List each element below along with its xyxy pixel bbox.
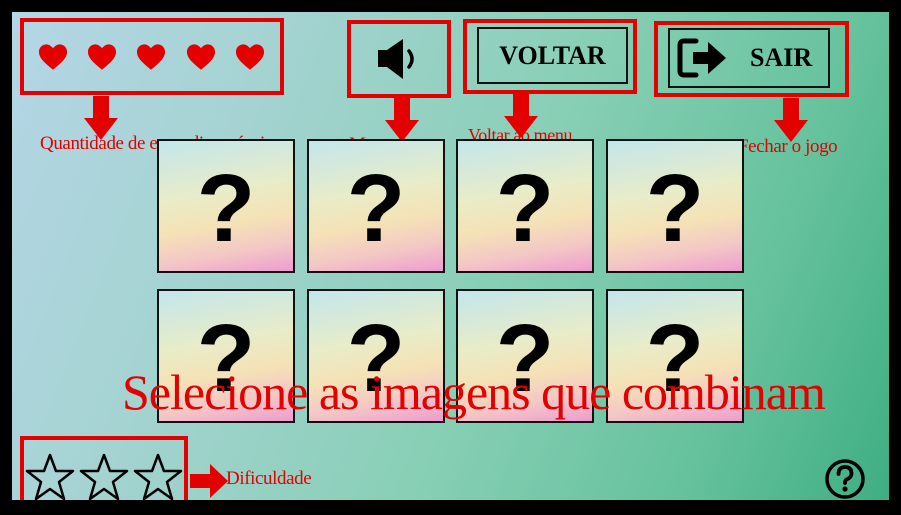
star-outline-icon xyxy=(25,453,75,500)
memory-card[interactable]: ? xyxy=(307,139,445,273)
back-button[interactable]: VOLTAR xyxy=(477,27,628,84)
instruction-text: Selecione as imagens que combinam xyxy=(122,364,826,420)
star-outline-icon xyxy=(79,453,129,500)
heart-icon xyxy=(87,44,117,70)
heart-icon xyxy=(38,44,68,70)
card-face: ? xyxy=(645,155,705,262)
game-screen: Quantidade de erros disponíveis Mutar o … xyxy=(12,12,889,500)
exit-button[interactable]: SAIR xyxy=(668,28,830,88)
help-question-icon xyxy=(825,459,865,499)
memory-card[interactable]: ? xyxy=(606,139,744,273)
star-outline-icon xyxy=(133,453,183,500)
card-face: ? xyxy=(196,155,256,262)
heart-icon xyxy=(136,44,166,70)
arrow-right-icon xyxy=(190,464,228,498)
card-face: ? xyxy=(495,155,555,262)
exit-annotation: Fechar o jogo xyxy=(738,136,838,157)
difficulty-stars xyxy=(24,452,184,500)
heart-icon xyxy=(186,44,216,70)
heart-icon xyxy=(235,44,265,70)
back-button-label: VOLTAR xyxy=(499,40,606,70)
memory-card[interactable]: ? xyxy=(456,139,594,273)
sound-button[interactable] xyxy=(372,36,428,82)
difficulty-annotation: Dificuldade xyxy=(226,468,312,489)
exit-button-label: SAIR xyxy=(750,43,813,72)
speaker-volume-icon xyxy=(378,39,414,79)
card-face: ? xyxy=(346,155,406,262)
memory-card[interactable]: ? xyxy=(157,139,295,273)
help-button[interactable] xyxy=(824,458,866,500)
exit-arrow-icon xyxy=(677,38,726,78)
